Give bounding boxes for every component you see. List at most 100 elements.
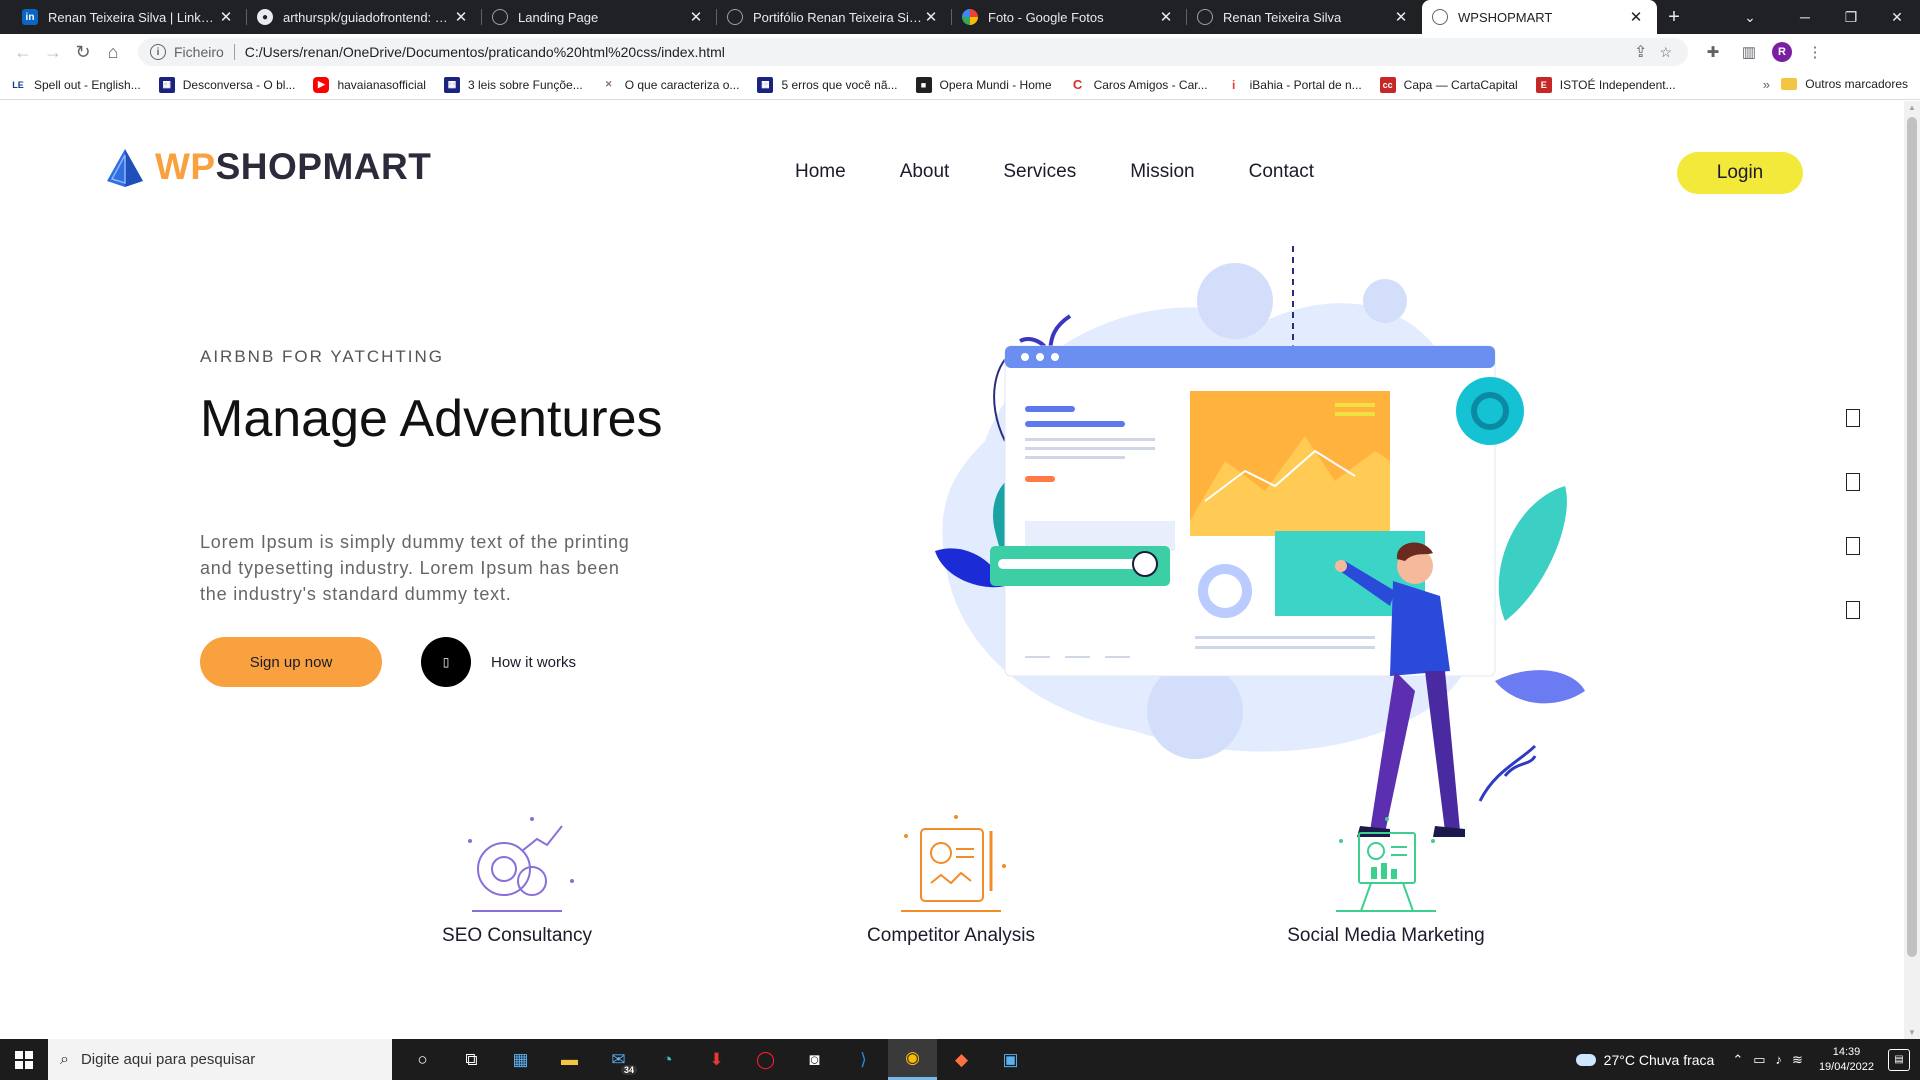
- taskbar-search-placeholder: Digite aqui para pesquisar: [80, 1051, 256, 1068]
- address-url[interactable]: C:/Users/renan/OneDrive/Documentos/prati…: [245, 44, 725, 60]
- nav-contact[interactable]: Contact: [1249, 161, 1314, 183]
- signup-button[interactable]: Sign up now: [200, 637, 382, 687]
- how-it-works-button[interactable]: ▯ How it works: [421, 637, 576, 687]
- network-icon[interactable]: ≋: [1792, 1052, 1803, 1068]
- bookmark-item[interactable]: ▶ havaianasofficial: [313, 76, 426, 93]
- close-window-button[interactable]: ✕: [1874, 0, 1920, 34]
- nav-mission[interactable]: Mission: [1130, 161, 1194, 183]
- other-bookmarks-label: Outros marcadores: [1805, 77, 1908, 91]
- social-icon[interactable]: [1846, 601, 1860, 619]
- weather-widget[interactable]: 27°C Chuva fraca: [1575, 1051, 1715, 1068]
- minimize-button[interactable]: ─: [1782, 0, 1828, 34]
- bookmark-label: iBahia - Portal de n...: [1249, 77, 1362, 92]
- opera-icon[interactable]: ◯: [741, 1039, 790, 1080]
- forward-button[interactable]: →: [38, 37, 68, 67]
- login-button[interactable]: Login: [1677, 152, 1803, 194]
- main-nav: Home About Services Mission Contact: [795, 161, 1368, 183]
- tab-search-icon[interactable]: ⌄: [1730, 0, 1770, 34]
- nav-services[interactable]: Services: [1003, 161, 1076, 183]
- scroll-down-icon[interactable]: ▼: [1907, 1028, 1917, 1037]
- bookmark-label: Capa — CartaCapital: [1403, 77, 1518, 92]
- hero-lead: Lorem Ipsum is simply dummy text of the …: [200, 532, 630, 604]
- chrome-icon[interactable]: ◉: [888, 1039, 937, 1080]
- download-app-icon[interactable]: ⬇: [692, 1039, 741, 1080]
- volume-icon[interactable]: ♪: [1776, 1052, 1783, 1067]
- bookmark-item[interactable]: ✕ O que caracteriza o...: [600, 76, 739, 93]
- back-button[interactable]: ←: [8, 37, 38, 67]
- tab-renan[interactable]: Renan Teixeira Silva ✕: [1187, 0, 1422, 34]
- social-icon[interactable]: [1846, 409, 1860, 427]
- tab-linkedin[interactable]: in Renan Teixeira Silva | LinkedIn ✕: [12, 0, 247, 34]
- close-icon[interactable]: ✕: [1392, 8, 1410, 26]
- bookmark-item[interactable]: i iBahia - Portal de n...: [1225, 76, 1362, 93]
- notifications-icon[interactable]: ▤: [1888, 1048, 1910, 1071]
- camera-icon[interactable]: ◙: [790, 1039, 839, 1080]
- bookmark-item[interactable]: ▦ 5 erros que você nã...: [757, 76, 898, 93]
- chevron-up-icon[interactable]: ⌃: [1732, 1052, 1743, 1068]
- edge-icon[interactable]: ◔: [643, 1039, 692, 1080]
- other-bookmarks-folder[interactable]: Outros marcadores: [1781, 77, 1908, 91]
- page-scrollbar[interactable]: ▲ ▼: [1904, 101, 1920, 1039]
- close-icon[interactable]: ✕: [687, 8, 705, 26]
- seo-gears-icon: [468, 817, 574, 912]
- close-icon[interactable]: ✕: [1627, 8, 1645, 26]
- display-icon[interactable]: ▭: [1753, 1052, 1765, 1068]
- site-logo[interactable]: WPSHOPMART: [105, 146, 431, 188]
- bookmark-item[interactable]: ▦ Desconversa - O bl...: [158, 76, 296, 93]
- social-icon[interactable]: [1846, 473, 1860, 491]
- extensions-icon[interactable]: ✚: [1700, 39, 1726, 65]
- play-icon[interactable]: ▯: [421, 637, 471, 687]
- store-icon[interactable]: ▦: [496, 1039, 545, 1080]
- bookmark-icon: ✕: [600, 76, 617, 93]
- weather-text: 27°C Chuva fraca: [1603, 1051, 1715, 1068]
- photos-icon[interactable]: ▣: [986, 1039, 1035, 1080]
- menu-icon[interactable]: ⋮: [1802, 39, 1828, 65]
- tab-wpshopmart[interactable]: WPSHOPMART ✕: [1422, 0, 1657, 34]
- scrollbar-thumb[interactable]: [1907, 117, 1917, 957]
- mail-icon[interactable]: ✉ 34: [594, 1039, 643, 1080]
- tab-portfolio[interactable]: Portifólio Renan Teixeira Silva ✕: [717, 0, 952, 34]
- address-bar[interactable]: i Ficheiro C:/Users/renan/OneDrive/Docum…: [138, 38, 1688, 66]
- social-links: [1846, 409, 1860, 665]
- clock[interactable]: 14:39 19/04/2022: [1819, 1045, 1874, 1075]
- close-icon[interactable]: ✕: [452, 8, 470, 26]
- profile-avatar[interactable]: R: [1772, 42, 1792, 62]
- close-icon[interactable]: ✕: [217, 8, 235, 26]
- info-icon[interactable]: i: [150, 44, 166, 60]
- bookmark-label: ISTOÉ Independent...: [1559, 77, 1676, 92]
- tab-github[interactable]: ● arthurspk/guiadofrontend: Guia ✕: [247, 0, 482, 34]
- cortana-icon[interactable]: ○: [398, 1039, 447, 1080]
- scroll-up-icon[interactable]: ▲: [1907, 103, 1917, 112]
- bookmark-item[interactable]: C Caros Amigos - Car...: [1069, 76, 1208, 93]
- side-panel-icon[interactable]: ▥: [1736, 39, 1762, 65]
- service-seo: SEO Consultancy: [367, 811, 667, 947]
- bookmark-item[interactable]: cc Capa — CartaCapital: [1379, 76, 1518, 93]
- taskbar-search[interactable]: ⌕ Digite aqui para pesquisar: [48, 1039, 392, 1080]
- close-icon[interactable]: ✕: [1157, 8, 1175, 26]
- tab-landing-page[interactable]: Landing Page ✕: [482, 0, 717, 34]
- restore-button[interactable]: ❐: [1828, 0, 1874, 34]
- reload-button[interactable]: ↻: [68, 37, 98, 67]
- task-view-icon[interactable]: ⧉: [447, 1039, 496, 1080]
- nav-about[interactable]: About: [900, 161, 950, 183]
- nav-home[interactable]: Home: [795, 161, 846, 183]
- bookmark-label: Desconversa - O bl...: [182, 77, 296, 92]
- bookmark-item[interactable]: E ISTOÉ Independent...: [1535, 76, 1676, 93]
- share-icon[interactable]: ⇪: [1634, 42, 1647, 62]
- tab-google-photos[interactable]: Foto - Google Fotos ✕: [952, 0, 1187, 34]
- vscode-icon[interactable]: ⟩: [839, 1039, 888, 1080]
- home-button[interactable]: ⌂: [98, 37, 128, 67]
- new-tab-button[interactable]: +: [1657, 0, 1691, 34]
- bookmarks-overflow-button[interactable]: »: [1763, 77, 1770, 92]
- bookmark-item[interactable]: ▦ 3 leis sobre Funçõe...: [443, 76, 583, 93]
- social-icon[interactable]: [1846, 537, 1860, 555]
- file-explorer-icon[interactable]: ▬: [545, 1039, 594, 1080]
- bookmark-item[interactable]: ■ Opera Mundi - Home: [915, 76, 1052, 93]
- close-icon[interactable]: ✕: [922, 8, 940, 26]
- bookmark-item[interactable]: LE Spell out - English...: [10, 76, 141, 93]
- paint-icon[interactable]: ◆: [937, 1039, 986, 1080]
- bookmark-star-icon[interactable]: ☆: [1659, 44, 1672, 61]
- window-controls: ─ ❐ ✕: [1782, 0, 1920, 34]
- bookmark-icon: ▦: [158, 76, 175, 93]
- start-button[interactable]: [0, 1039, 48, 1080]
